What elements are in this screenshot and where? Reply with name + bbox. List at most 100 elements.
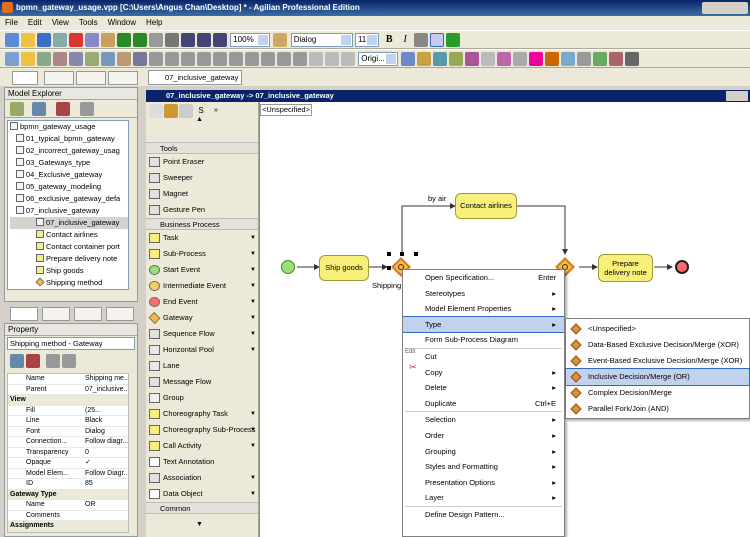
sync-icon[interactable] <box>101 52 115 66</box>
palette-item[interactable]: Intermediate Event ▼ <box>146 278 258 294</box>
format-painter-icon[interactable] <box>273 33 288 47</box>
font-color-icon[interactable] <box>414 33 429 47</box>
tree-item[interactable]: 04_Exclusive_gateway <box>10 169 128 181</box>
palette-item[interactable]: Start Event ▼ <box>146 262 258 278</box>
tool-icon[interactable] <box>117 52 131 66</box>
context-menu-item[interactable]: Order ▸ <box>403 428 564 444</box>
editor-tab[interactable]: 07_inclusive_gateway <box>148 70 242 85</box>
property-row[interactable]: Comments <box>8 511 128 521</box>
property-selector[interactable]: Shipping method - Gateway <box>7 337 135 350</box>
zoom-in-icon[interactable] <box>181 33 195 47</box>
spell-check-icon[interactable] <box>430 33 445 47</box>
type-option[interactable]: Complex Decision/Merge <box>566 385 749 401</box>
tab-stencil[interactable] <box>106 307 134 321</box>
tab-documentation[interactable] <box>74 307 102 321</box>
context-menu-item[interactable]: Copy ▸ <box>403 365 564 381</box>
hand-icon[interactable] <box>577 52 592 66</box>
font-combo[interactable]: Dialog <box>290 33 353 47</box>
expand-arrow-icon[interactable]: ▼ <box>250 326 256 342</box>
palette-category[interactable]: Tools <box>146 142 258 154</box>
tab-model[interactable] <box>44 71 74 85</box>
tree-child[interactable]: Contact container port <box>10 241 128 253</box>
context-menu-item[interactable]: Grouping ▸ <box>403 444 564 460</box>
report-icon[interactable] <box>53 52 67 66</box>
orientation-combo[interactable]: Origi... <box>358 52 399 66</box>
type-option[interactable]: Inclusive Decision/Merge (OR) <box>565 368 750 386</box>
palette-item[interactable]: Choreography Task ▼ <box>146 406 258 422</box>
tab-property[interactable] <box>10 307 38 321</box>
route-icon[interactable] <box>449 52 464 66</box>
folder-icon[interactable] <box>21 52 35 66</box>
sort-az-icon[interactable] <box>10 354 24 368</box>
type-option[interactable]: Data-Based Exclusive Decision/Merge (XOR… <box>566 337 749 353</box>
navigator-icon[interactable] <box>433 52 448 66</box>
palette-item[interactable]: Sequence Flow ▼ <box>146 326 258 342</box>
highlight-icon[interactable] <box>529 52 544 66</box>
connector-icon[interactable] <box>309 52 323 66</box>
line-jump-icon[interactable] <box>341 52 355 66</box>
filter-icon[interactable] <box>56 102 70 116</box>
print-icon[interactable] <box>53 33 67 47</box>
save-icon[interactable] <box>37 33 51 47</box>
selection-handle[interactable] <box>387 266 391 270</box>
selection-handle[interactable] <box>400 252 404 256</box>
tree-item[interactable]: 07_inclusive_gateway <box>10 205 128 217</box>
palette-item[interactable]: Text Annotation <box>146 454 258 470</box>
menu-view[interactable]: View <box>47 16 74 30</box>
flow-icon[interactable] <box>545 52 560 66</box>
distribute-icon[interactable] <box>245 52 259 66</box>
palette-category[interactable]: Common <box>146 502 258 514</box>
expand-icon[interactable] <box>46 354 60 368</box>
connector-style-icon[interactable] <box>325 52 339 66</box>
context-menu-item[interactable]: Stereotypes ▸ <box>403 286 564 302</box>
expand-arrow-icon[interactable]: ▼ <box>250 486 256 502</box>
layout-tree-icon[interactable] <box>401 52 416 66</box>
expand-arrow-icon[interactable]: ▼ <box>250 230 256 246</box>
end-event[interactable] <box>675 260 689 274</box>
menu-tools[interactable]: Tools <box>74 16 103 30</box>
palette-item[interactable]: Data Object ▼ <box>146 486 258 502</box>
palette-item[interactable]: Group <box>146 390 258 406</box>
menu-help[interactable]: Help <box>141 16 167 30</box>
italic-icon[interactable]: I <box>398 33 412 47</box>
expand-arrow-icon[interactable]: ▼ <box>250 342 256 358</box>
palette-item[interactable]: Sub-Process ▼ <box>146 246 258 262</box>
context-menu-item[interactable]: Type ▸ <box>403 315 564 334</box>
copy-icon[interactable] <box>85 33 99 47</box>
pointer-icon[interactable] <box>513 52 528 66</box>
delete-icon[interactable] <box>149 33 163 47</box>
palette-item[interactable]: Call Activity ▼ <box>146 438 258 454</box>
context-menu-item[interactable]: Model Element Properties ▸ <box>403 301 564 317</box>
palette-item[interactable]: Task ▼ <box>146 230 258 246</box>
sequence-flow-by-air[interactable] <box>401 203 456 254</box>
zoom-icon[interactable] <box>213 33 227 47</box>
grid-icon[interactable] <box>165 33 179 47</box>
tab-diagram-navigator[interactable] <box>12 71 38 85</box>
animate-icon[interactable] <box>497 52 512 66</box>
diff-icon[interactable] <box>609 52 624 66</box>
collapse-icon[interactable] <box>80 102 94 116</box>
align-top-icon[interactable] <box>197 52 211 66</box>
tree-child[interactable]: Ship goods <box>10 265 128 277</box>
context-menu-item[interactable]: Form Sub-Process Diagram <box>403 332 564 348</box>
sort-category-icon[interactable] <box>26 354 40 368</box>
property-row[interactable]: ID 85 <box>8 479 128 490</box>
font-size-combo[interactable]: 11 <box>354 33 379 47</box>
simulate-icon[interactable] <box>561 52 576 66</box>
layout-icon[interactable] <box>133 52 147 66</box>
type-option[interactable]: Parallel Fork/Join (AND) <box>566 401 749 417</box>
expand-arrow-icon[interactable]: ▼ <box>250 278 256 294</box>
tree-item[interactable]: 02_incorrect_gateway_usag <box>10 145 128 157</box>
tree-item[interactable]: 01_typical_bpmn_gateway <box>10 133 128 145</box>
help-icon[interactable] <box>446 33 461 47</box>
align-left-icon[interactable] <box>149 52 163 66</box>
palette-item[interactable]: Gesture Pen <box>146 202 258 218</box>
palette-item[interactable]: Gateway ▼ <box>146 310 258 326</box>
context-menu-item[interactable]: Define Design Pattern... <box>403 507 564 523</box>
same-height-icon[interactable] <box>277 52 291 66</box>
property-row[interactable]: Fill (25... <box>8 406 128 416</box>
diagram-window-controls[interactable] <box>726 91 748 101</box>
hand-tool-icon[interactable] <box>179 104 193 118</box>
selection-handle[interactable] <box>414 252 418 256</box>
palette-category[interactable]: Business Process <box>146 218 258 230</box>
